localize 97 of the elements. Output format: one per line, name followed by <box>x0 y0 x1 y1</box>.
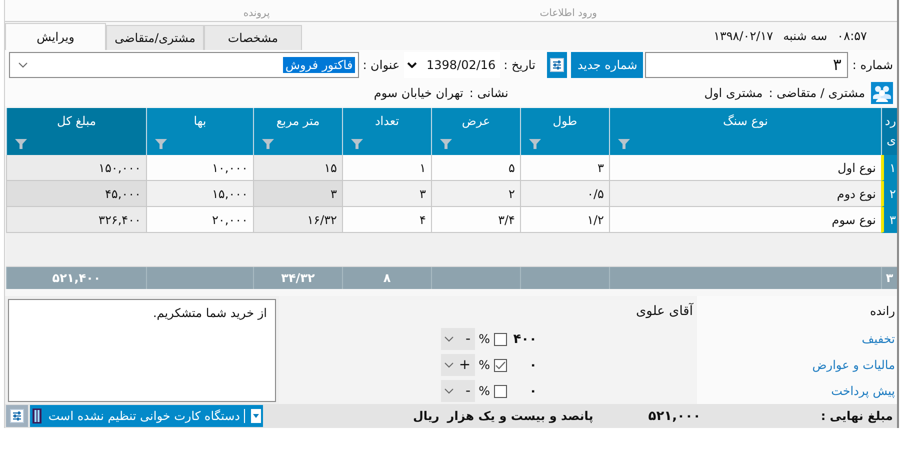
table-cell: ۳/۴ <box>431 207 520 233</box>
table-cell: ۳ <box>520 155 609 181</box>
title-label: عنوان : <box>362 58 400 72</box>
column-header[interactable]: نوع سنگ <box>609 108 881 155</box>
column-header[interactable]: طول <box>520 108 609 155</box>
options-button[interactable] <box>547 52 568 78</box>
table-cell: ۱ <box>342 155 431 181</box>
filter-icon <box>351 139 363 149</box>
table-cell: ۱/۲ <box>520 207 609 233</box>
adjustment-value: ۰ <box>528 358 537 372</box>
chevron-icon <box>18 62 28 68</box>
driver-name: آقای علوی <box>279 296 697 326</box>
date-field[interactable]: 1398/02/16 <box>404 52 500 78</box>
table-cell: ۱۰,۰۰۰ <box>146 155 253 181</box>
adjustment-label[interactable]: تخفیف <box>697 332 897 346</box>
column-header[interactable]: مبلغ کل <box>6 108 146 155</box>
table-cell: ۴۵,۰۰۰ <box>6 181 146 207</box>
row-number[interactable]: ۱ <box>881 155 897 181</box>
total-cell: ۵۲۱,۴۰۰ <box>6 267 146 289</box>
table-cell: ۱۵,۰۰۰ <box>146 181 253 207</box>
table-cell: ۱۵ <box>253 155 342 181</box>
adjustment-label[interactable]: مالیات و عوارض <box>697 358 897 372</box>
sign-dropdown[interactable]: - <box>440 380 475 402</box>
adjustment-value: ۴۰۰ <box>512 332 537 346</box>
chevron-icon <box>444 362 454 368</box>
percent-sign: % <box>478 332 490 346</box>
filter-icon <box>15 139 27 149</box>
address-label: نشانی : <box>469 86 508 100</box>
table-cell: ۱۵۰,۰۰۰ <box>6 155 146 181</box>
table-cell: ۱۶/۳۲ <box>253 207 342 233</box>
table-cell: نوع اول <box>609 155 881 181</box>
percent-sign: % <box>478 358 490 372</box>
date-label: تاریخ : <box>504 58 536 72</box>
chevron-icon <box>444 388 454 394</box>
chevron-icon <box>444 336 454 342</box>
card-icon <box>32 408 42 424</box>
column-header[interactable]: متر مربع <box>253 108 342 155</box>
table-cell: ۵ <box>431 155 520 181</box>
table-cell: ۴ <box>342 207 431 233</box>
tab[interactable]: ویرایش <box>5 23 106 50</box>
checkbox[interactable] <box>494 358 507 372</box>
number-field[interactable]: ۳ <box>645 52 848 78</box>
table-cell: ۳۲۶,۴۰۰ <box>6 207 146 233</box>
sliders-icon <box>550 58 564 72</box>
sign-dropdown[interactable]: + <box>440 354 475 376</box>
address: تهران خیابان سوم <box>374 86 464 100</box>
customer-name: مشتری اول <box>704 86 763 100</box>
sliders-icon <box>10 409 24 423</box>
checkbox[interactable] <box>494 384 507 398</box>
column-header[interactable]: عرض <box>431 108 520 155</box>
column-header[interactable]: بها <box>146 108 253 155</box>
final-total: ۵۲۱,۰۰۰ <box>648 408 701 424</box>
clock-date: ۱۳۹۸/۰۲/۱۷ <box>713 29 774 43</box>
tab[interactable]: مشخصات <box>204 25 302 50</box>
filter-icon <box>440 139 452 149</box>
total-cell: ۳۴/۳۲ <box>253 267 342 289</box>
table-cell: ۳ <box>253 181 342 207</box>
clock-time: ۰۸:۵۷ <box>837 29 867 43</box>
driver-label: رانده <box>868 304 896 318</box>
options-button[interactable] <box>6 405 28 427</box>
column-header[interactable]: تعداد <box>342 108 431 155</box>
total-label: مبلغ نهایی : <box>820 409 893 423</box>
table-cell: ۲۰,۰۰۰ <box>146 207 253 233</box>
tab[interactable]: مشتری/متقاضی <box>106 25 204 50</box>
filter-icon <box>618 139 630 149</box>
adjustment-label[interactable]: پیش پرداخت <box>697 384 897 398</box>
weekday: سه شنبه <box>783 29 828 43</box>
filter-icon <box>262 139 274 149</box>
title-dropdown[interactable]: فاکتور فروش <box>9 52 359 78</box>
table-cell: نوع دوم <box>609 181 881 207</box>
customer-label: مشتری / متقاضی : <box>768 86 865 100</box>
new-number-button[interactable]: شماره جدید <box>571 52 644 78</box>
notes-field[interactable]: از خرید شما متشکریم. <box>8 299 276 402</box>
menu-item[interactable]: پرونده <box>243 8 270 19</box>
card-reader-dropdown[interactable]: دستگاه کارت خوانی تنظیم نشده است <box>30 405 263 427</box>
total-cell: ۸ <box>342 267 431 289</box>
adjustment-value: ۰ <box>528 384 537 398</box>
checkbox[interactable] <box>494 332 507 346</box>
table-cell: ۳ <box>342 181 431 207</box>
filter-icon <box>155 139 167 149</box>
total-cell: ۳ <box>881 267 897 289</box>
column-header[interactable]: ردی <box>881 108 897 155</box>
currency: ریال <box>412 409 440 423</box>
number-label: شماره : <box>852 58 893 72</box>
row-number[interactable]: ۲ <box>881 181 897 207</box>
amount-in-words: پانصد و بیست و یک هزار <box>447 409 594 423</box>
row-number[interactable]: ۳ <box>881 207 897 233</box>
table-cell: نوع سوم <box>609 207 881 233</box>
chevron-icon <box>406 62 416 68</box>
sign-dropdown[interactable]: - <box>440 328 475 350</box>
table-cell: ۲ <box>431 181 520 207</box>
caret-icon <box>251 409 261 423</box>
table-cell: ۰/۵ <box>520 181 609 207</box>
menu-item[interactable]: ورود اطلاعات <box>540 8 597 19</box>
check-icon <box>495 360 506 370</box>
filter-icon <box>529 139 541 149</box>
percent-sign: % <box>478 384 490 398</box>
